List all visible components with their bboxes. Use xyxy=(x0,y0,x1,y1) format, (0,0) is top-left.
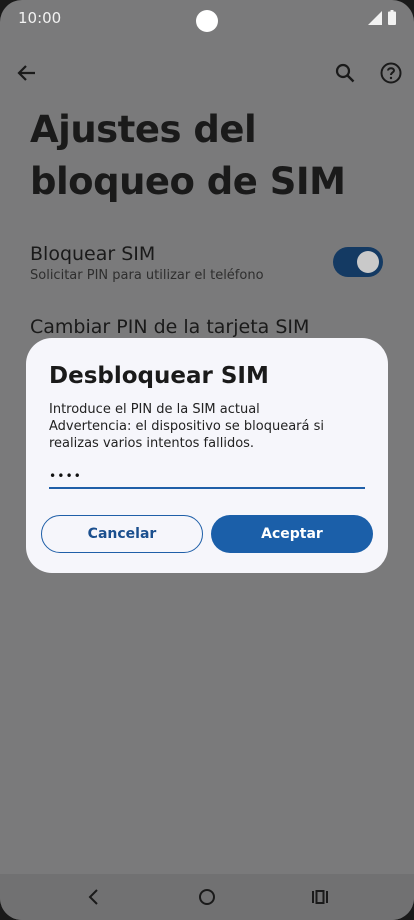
back-arrow-icon xyxy=(17,65,35,81)
nav-recents-button[interactable] xyxy=(307,884,333,910)
setting-lock-sim-subtitle: Solicitar PIN para utilizar el teléfono xyxy=(30,268,264,283)
app-bar xyxy=(0,56,414,90)
help-icon xyxy=(380,62,402,84)
lock-sim-toggle[interactable] xyxy=(333,247,383,277)
nav-back-button[interactable] xyxy=(81,884,107,910)
unlock-sim-dialog: Desbloquear SIM Introduce el PIN de la S… xyxy=(26,338,388,573)
phone-screen: 10:00 Ajustes del bloqueo de SIM Bloquea… xyxy=(0,0,414,920)
navigation-bar xyxy=(0,874,414,920)
status-bar: 10:00 xyxy=(0,0,414,38)
search-button[interactable] xyxy=(328,56,362,90)
nav-home-button[interactable] xyxy=(194,884,220,910)
dialog-message-line2: Advertencia: el dispositivo se bloqueará… xyxy=(49,419,324,451)
battery-icon xyxy=(388,10,396,25)
dialog-message: Introduce el PIN de la SIM actual Advert… xyxy=(49,401,374,452)
cancel-button[interactable]: Cancelar xyxy=(41,515,203,553)
page-title: Ajustes del bloqueo de SIM xyxy=(30,108,346,203)
back-button[interactable] xyxy=(10,56,44,90)
nav-home-icon xyxy=(199,889,215,905)
dialog-message-line1: Introduce el PIN de la SIM actual xyxy=(49,402,260,417)
help-button[interactable] xyxy=(374,56,408,90)
front-camera xyxy=(196,10,218,32)
setting-lock-sim-title: Bloquear SIM xyxy=(30,243,156,265)
setting-change-pin-title: Cambiar PIN de la tarjeta SIM xyxy=(30,316,310,338)
setting-change-pin[interactable]: Cambiar PIN de la tarjeta SIM xyxy=(30,316,309,338)
nav-back-icon xyxy=(88,889,98,905)
toggle-knob xyxy=(357,251,379,273)
setting-lock-sim[interactable]: Bloquear SIM Solicitar PIN para utilizar… xyxy=(30,243,264,283)
dialog-title: Desbloquear SIM xyxy=(49,363,269,389)
signal-icon xyxy=(368,11,382,25)
nav-recents-icon xyxy=(312,890,328,904)
status-time: 10:00 xyxy=(18,9,62,27)
pin-input[interactable] xyxy=(49,465,365,489)
search-icon xyxy=(335,63,355,83)
accept-button[interactable]: Aceptar xyxy=(211,515,373,553)
